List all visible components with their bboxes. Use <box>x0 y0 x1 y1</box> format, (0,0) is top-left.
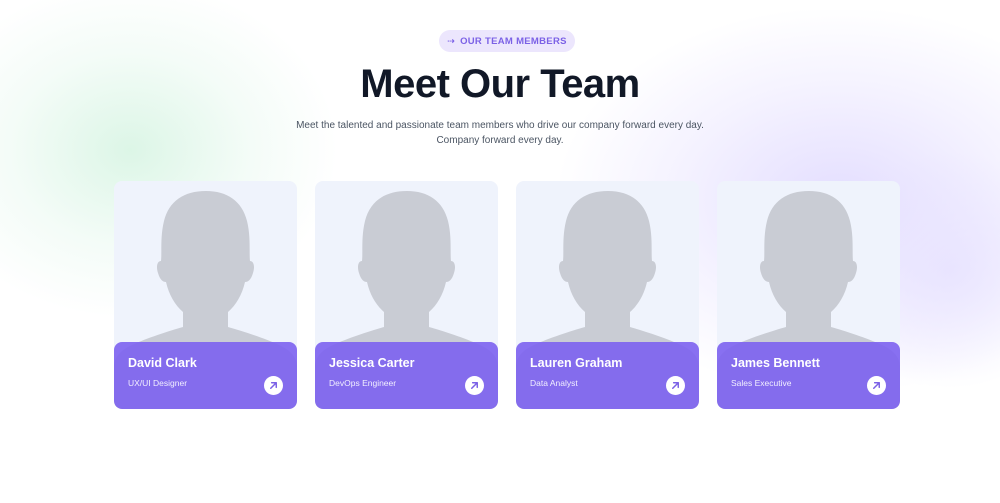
arrow-right-icon: ⇢ <box>447 35 456 46</box>
team-member-role: UX/UI Designer <box>128 378 188 388</box>
team-card-info-panel: Jessica Carter DevOps Engineer <box>315 342 498 409</box>
team-card: David Clark UX/UI Designer <box>114 181 297 409</box>
team-member-name: David Clark <box>128 356 197 370</box>
team-card: Lauren Graham Data Analyst <box>516 181 699 409</box>
view-profile-button[interactable] <box>465 376 484 395</box>
team-member-role: Data Analyst <box>530 378 578 388</box>
team-card-info-panel: Lauren Graham Data Analyst <box>516 342 699 409</box>
arrow-up-right-icon <box>270 382 277 389</box>
team-member-role: DevOps Engineer <box>329 378 397 388</box>
team-member-name: Jessica Carter <box>329 356 415 370</box>
view-profile-button[interactable] <box>867 376 886 395</box>
team-member-name: James Bennett <box>731 356 820 370</box>
arrow-up-right-icon <box>471 382 478 389</box>
team-card: Jessica Carter DevOps Engineer <box>315 181 498 409</box>
team-member-name: Lauren Graham <box>530 356 623 370</box>
subtitle-line-2: Company forward every day. <box>436 134 564 146</box>
arrow-up-right-icon <box>873 382 880 389</box>
section-badge: ⇢ OUR TEAM MEMBERS <box>439 30 575 52</box>
view-profile-button[interactable] <box>666 376 685 395</box>
view-profile-button[interactable] <box>264 376 283 395</box>
team-card-info-panel: James Bennett Sales Executive <box>717 342 900 409</box>
page-subtitle: Meet the talented and passionate team me… <box>0 119 1000 148</box>
arrow-up-right-icon <box>672 382 679 389</box>
team-card: James Bennett Sales Executive <box>717 181 900 409</box>
subtitle-line-1: Meet the talented and passionate team me… <box>296 120 704 131</box>
team-member-role: Sales Executive <box>731 378 792 388</box>
team-card-info-panel: David Clark UX/UI Designer <box>114 342 297 409</box>
section-badge-label: OUR TEAM MEMBERS <box>460 35 567 47</box>
page-title: Meet Our Team <box>360 62 640 106</box>
